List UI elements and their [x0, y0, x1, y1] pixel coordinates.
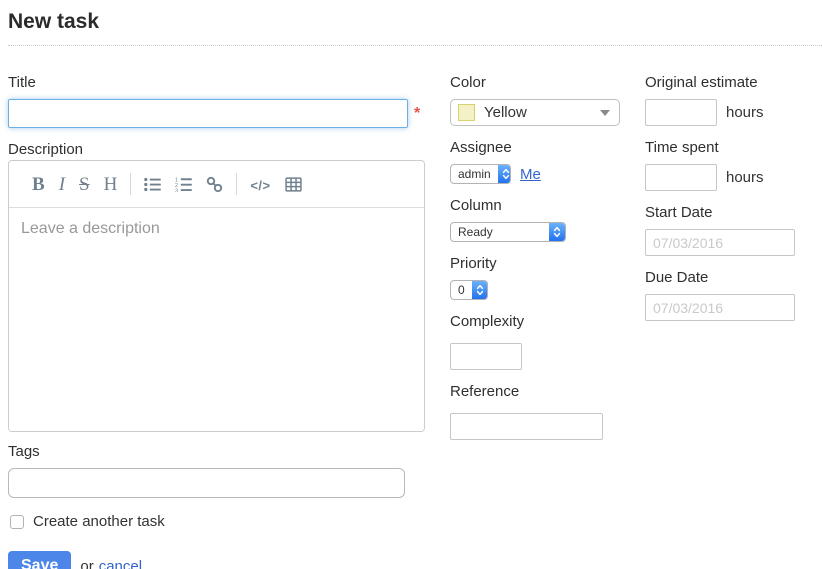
- description-textarea[interactable]: [9, 208, 424, 431]
- unordered-list-icon: [144, 177, 161, 192]
- color-label: Color: [450, 74, 645, 91]
- save-button[interactable]: Save: [8, 551, 71, 569]
- or-text: or: [80, 558, 93, 569]
- original-estimate-input[interactable]: [645, 99, 717, 126]
- chevron-down-icon: [600, 110, 610, 116]
- toolbar-divider: [130, 173, 131, 195]
- create-another-row: Create another task: [10, 513, 425, 530]
- original-estimate-row: hours: [645, 99, 822, 126]
- time-spent-group: Time spent hours: [645, 139, 822, 191]
- assignee-select-value: admin: [451, 167, 498, 181]
- hours-suffix: hours: [726, 104, 764, 121]
- select-spinner-icon: [472, 281, 488, 299]
- original-estimate-group: Original estimate hours: [645, 74, 822, 126]
- column-select-value: Ready: [451, 225, 500, 239]
- code-button[interactable]: </>: [243, 173, 277, 196]
- svg-text:3: 3: [175, 188, 178, 192]
- bold-button[interactable]: B: [25, 171, 52, 198]
- required-asterisk: *: [414, 105, 420, 123]
- description-label: Description: [8, 141, 425, 158]
- priority-group: Priority 0: [450, 255, 645, 300]
- due-date-group: Due Date: [645, 269, 822, 321]
- title-row: *: [8, 99, 425, 128]
- hours-suffix: hours: [726, 169, 764, 186]
- column-group: Column Ready: [450, 197, 645, 242]
- color-group: Color Yellow: [450, 74, 645, 126]
- time-spent-input[interactable]: [645, 164, 717, 191]
- page-header: New task: [8, 10, 822, 46]
- strikethrough-button[interactable]: S: [72, 171, 97, 198]
- color-select-value: Yellow: [484, 104, 527, 121]
- color-select[interactable]: Yellow: [450, 99, 620, 126]
- column-select[interactable]: Ready: [450, 222, 566, 242]
- heading-button[interactable]: H: [97, 171, 125, 198]
- ordered-list-button[interactable]: 1 2 3: [168, 173, 199, 196]
- assignee-label: Assignee: [450, 139, 645, 156]
- table-button[interactable]: [278, 173, 309, 196]
- select-spinner-icon: [549, 223, 565, 241]
- priority-select[interactable]: 0: [450, 280, 488, 300]
- complexity-label: Complexity: [450, 313, 645, 330]
- due-date-label: Due Date: [645, 269, 822, 286]
- toolbar-divider: [236, 173, 237, 195]
- time-spent-row: hours: [645, 164, 822, 191]
- title-input[interactable]: [8, 99, 408, 128]
- start-date-input[interactable]: [645, 229, 795, 256]
- tags-label: Tags: [8, 443, 425, 460]
- link-icon: [206, 176, 223, 193]
- task-form: Title * Description B I S H: [8, 74, 822, 569]
- assignee-select[interactable]: admin: [450, 164, 511, 184]
- assignee-group: Assignee admin Me: [450, 139, 645, 184]
- italic-button[interactable]: I: [52, 171, 72, 198]
- due-date-input[interactable]: [645, 294, 795, 321]
- actions-row: Save or cancel: [8, 551, 425, 569]
- create-another-checkbox[interactable]: [10, 515, 24, 529]
- cancel-link[interactable]: cancel: [99, 558, 142, 569]
- description-toolbar: B I S H: [9, 161, 424, 208]
- new-task-page: New task Title * Description B I S H: [0, 0, 822, 569]
- priority-select-value: 0: [451, 283, 472, 297]
- reference-label: Reference: [450, 383, 645, 400]
- reference-group: Reference: [450, 383, 645, 440]
- table-icon: [285, 177, 302, 192]
- title-label: Title: [8, 74, 425, 91]
- start-date-group: Start Date: [645, 204, 822, 256]
- create-another-label: Create another task: [33, 513, 165, 530]
- color-swatch: [458, 104, 475, 121]
- page-title: New task: [8, 10, 822, 34]
- complexity-input[interactable]: [450, 343, 522, 370]
- right-column: Original estimate hours Time spent hours…: [645, 74, 822, 569]
- assignee-row: admin Me: [450, 164, 645, 184]
- start-date-label: Start Date: [645, 204, 822, 221]
- priority-label: Priority: [450, 255, 645, 272]
- description-editor: B I S H: [8, 160, 425, 432]
- link-button[interactable]: [199, 172, 230, 197]
- left-column: Title * Description B I S H: [8, 74, 425, 569]
- time-spent-label: Time spent: [645, 139, 822, 156]
- select-spinner-icon: [498, 165, 511, 183]
- complexity-group: Complexity: [450, 313, 645, 370]
- ordered-list-icon: 1 2 3: [175, 177, 192, 192]
- middle-column: Color Yellow Assignee admin: [450, 74, 645, 569]
- unordered-list-button[interactable]: [137, 173, 168, 196]
- original-estimate-label: Original estimate: [645, 74, 822, 91]
- tags-input[interactable]: [8, 468, 405, 498]
- assign-to-me-link[interactable]: Me: [520, 166, 541, 183]
- column-label: Column: [450, 197, 645, 214]
- reference-input[interactable]: [450, 413, 603, 440]
